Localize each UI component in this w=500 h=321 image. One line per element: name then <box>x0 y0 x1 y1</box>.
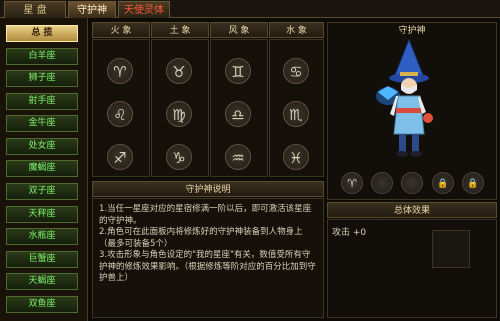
column-header-earth: 土 象 <box>151 22 209 38</box>
attack-stat: 攻击 +0 <box>332 228 367 238</box>
capricorn-sign-button[interactable]: ♑ <box>166 144 192 170</box>
sidebar-item-cancer[interactable]: 巨蟹座 <box>6 251 78 268</box>
constellation-sidebar: 总 揽 白羊座 狮子座 射手座 金牛座 处女座 魔蝎座 双子座 天秤座 水瓶座 … <box>0 18 88 321</box>
column-header-fire: 火 象 <box>92 22 150 38</box>
sidebar-item-libra[interactable]: 天秤座 <box>6 206 78 223</box>
sidebar-item-overview[interactable]: 总 揽 <box>6 25 78 42</box>
tab-star-chart[interactable]: 星 盘 <box>4 1 66 18</box>
leo-sign-button[interactable]: ♌ <box>107 101 133 127</box>
sidebar-item-aries[interactable]: 白羊座 <box>6 48 78 65</box>
guardian-slot-empty[interactable] <box>401 172 423 194</box>
guardian-character-image <box>376 38 433 157</box>
explanation-body: 1.当任一星座对应的星宿修满一阶以后，即可激活该星座的守护神。 2.角色可在此面… <box>92 198 324 318</box>
sidebar-item-aquarius[interactable]: 水瓶座 <box>6 228 78 245</box>
sidebar-item-gemini[interactable]: 双子座 <box>6 183 78 200</box>
sidebar-item-virgo[interactable]: 处女座 <box>6 138 78 155</box>
scorpio-sign-button[interactable]: ♏ <box>283 101 309 127</box>
column-header-water: 水 象 <box>269 22 324 38</box>
tab-guardian[interactable]: 守护神 <box>68 1 116 18</box>
tab-angel-spirit[interactable]: 天使灵体 <box>118 1 170 18</box>
sidebar-item-pisces[interactable]: 双鱼座 <box>6 296 78 313</box>
sidebar-item-capricorn[interactable]: 魔蝎座 <box>6 160 78 177</box>
aries-sign-button[interactable]: ♈ <box>107 58 133 84</box>
guardian-slot-empty[interactable] <box>371 172 393 194</box>
total-effect-header: 总体效果 <box>327 202 497 218</box>
gemini-sign-button[interactable]: ♊ <box>225 58 251 84</box>
guardian-title: 守护神 <box>398 26 426 36</box>
top-tab-bar: 星 盘 守护神 天使灵体 <box>0 0 500 18</box>
total-effect-body: 攻击 +0 <box>327 219 497 318</box>
sagittarius-sign-button[interactable]: ♐ <box>107 144 133 170</box>
explanation-line-2: 2.角色可在此面板内将修炼好的守护神装备到人物身上（最多可装备5个） <box>99 227 303 249</box>
taurus-sign-button[interactable]: ♉ <box>166 58 192 84</box>
effect-slot <box>432 230 470 268</box>
sidebar-item-taurus[interactable]: 金牛座 <box>6 115 78 132</box>
lock-icon[interactable]: 🔒 <box>462 172 484 194</box>
explanation-header: 守护神说明 <box>92 181 324 197</box>
column-header-air: 风 象 <box>210 22 268 38</box>
virgo-sign-button[interactable]: ♍ <box>166 101 192 127</box>
sidebar-item-sagittarius[interactable]: 射手座 <box>6 93 78 110</box>
guardian-slot-aries[interactable]: ♈ <box>341 172 363 194</box>
explanation-line-3: 3.攻击形象与角色设定的"我的星座"有关，数值受所有守护神的修炼效果影响。（根据… <box>99 250 316 283</box>
explanation-line-1: 1.当任一星座对应的星宿修满一阶以后，即可激活该星座的守护神。 <box>99 204 312 226</box>
sidebar-item-scorpio[interactable]: 天蝎座 <box>6 273 78 290</box>
pisces-sign-button[interactable]: ♓ <box>283 144 309 170</box>
lock-icon[interactable]: 🔒 <box>432 172 454 194</box>
libra-sign-button[interactable]: ♎ <box>225 101 251 127</box>
sidebar-item-leo[interactable]: 狮子座 <box>6 70 78 87</box>
aquarius-sign-button[interactable]: ♒ <box>225 144 251 170</box>
cancer-sign-button[interactable]: ♋ <box>283 58 309 84</box>
